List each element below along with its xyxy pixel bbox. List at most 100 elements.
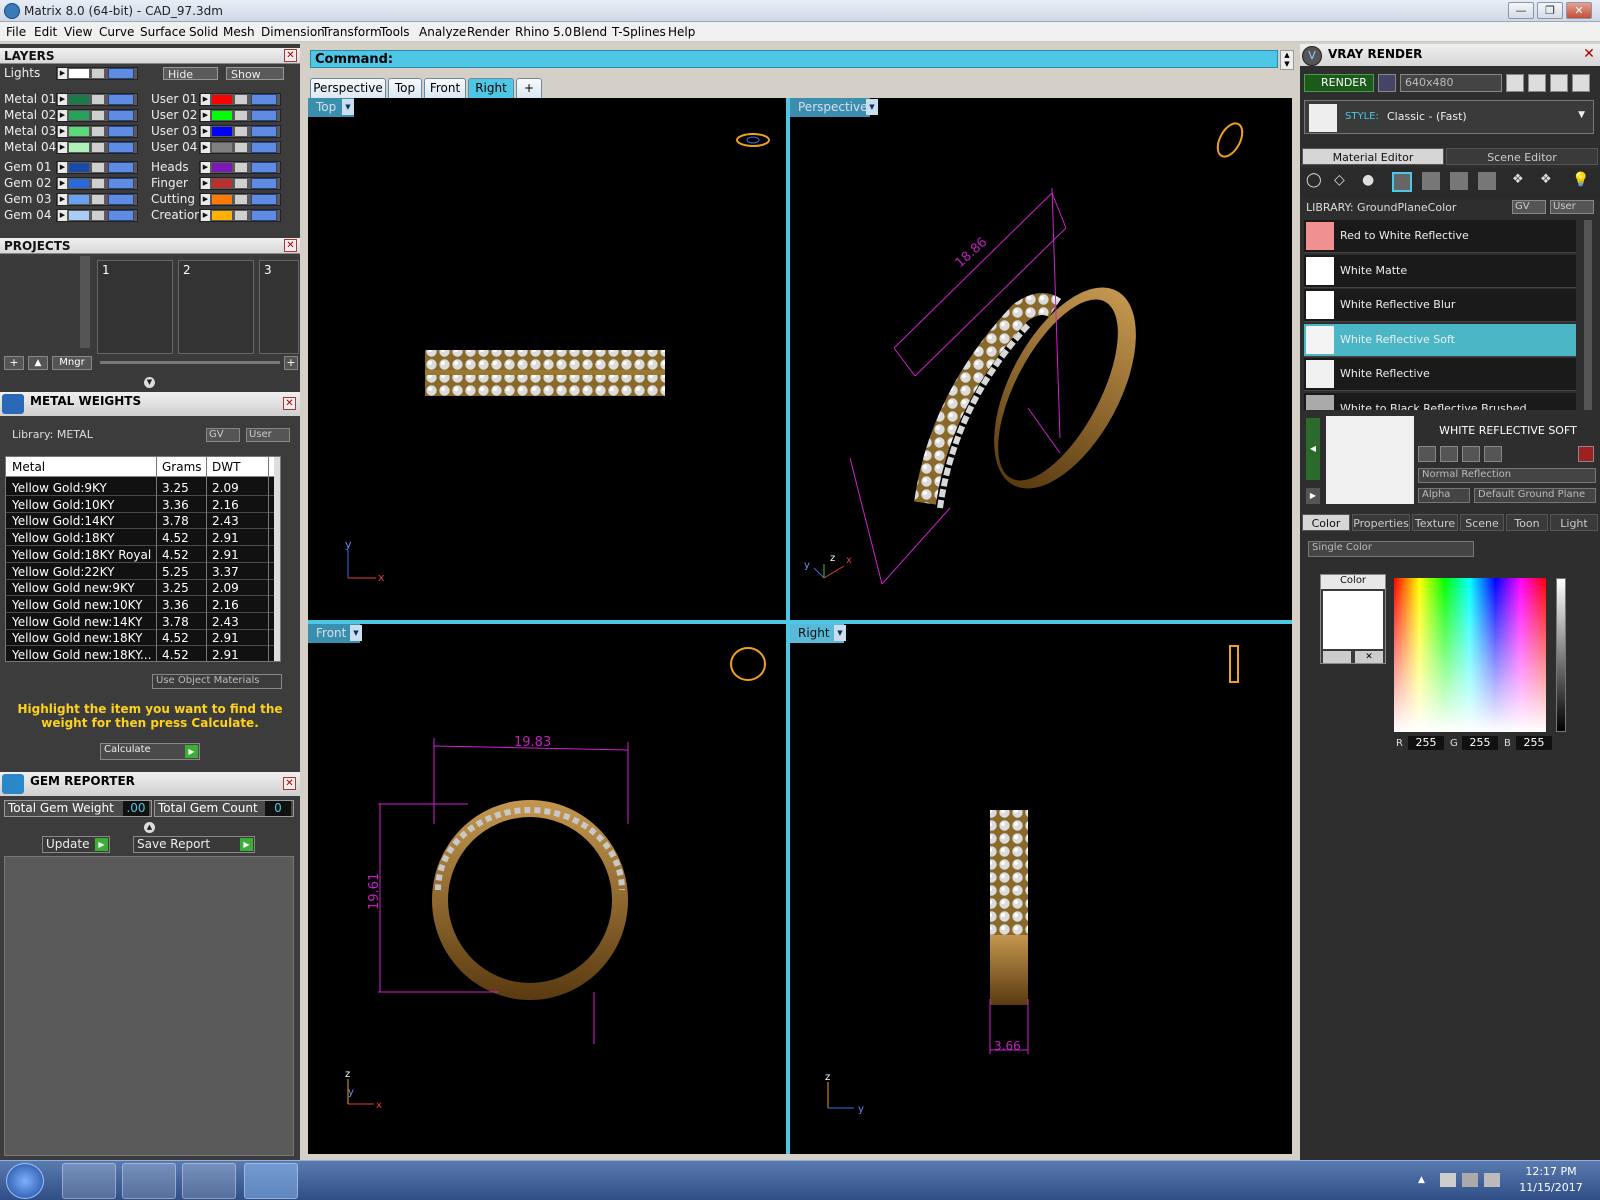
add-project-button[interactable]: +	[4, 356, 24, 370]
clear-icon[interactable]: ✕	[1355, 651, 1383, 663]
viewport-perspective[interactable]: Perspective ▼ 18.86 z x y	[790, 98, 1292, 620]
camera-icon[interactable]	[1378, 74, 1396, 92]
play-icon[interactable]: ▶	[201, 94, 210, 105]
close-button[interactable]: ✕	[1566, 2, 1592, 19]
command-scroll[interactable]: ▲ ▼	[1280, 50, 1294, 70]
layer-controls[interactable]: ▶	[199, 193, 281, 206]
close-icon[interactable]: ✕	[1582, 47, 1596, 61]
menu-mesh[interactable]: Mesh	[223, 25, 255, 39]
layer-color-swatch[interactable]	[212, 127, 232, 136]
visibility-toggle[interactable]	[108, 94, 134, 105]
layer-row[interactable]: Gem 02 ▶	[4, 176, 144, 191]
lock-icon[interactable]	[235, 163, 247, 172]
manager-button[interactable]: Mngr	[52, 356, 92, 370]
table-row[interactable]: Yellow Gold new:9KY 3.25 2.09	[6, 579, 274, 597]
hide-button[interactable]: Hide	[163, 67, 218, 81]
play-icon[interactable]: ▶	[201, 194, 210, 205]
layer-row[interactable]: User 04 ▶	[151, 140, 287, 155]
tab-scene-editor[interactable]: Scene Editor	[1446, 148, 1598, 165]
tab-top[interactable]: Top	[388, 78, 422, 98]
material-item[interactable]: White to Black Reflective Brushed	[1304, 392, 1576, 410]
visibility-toggle[interactable]	[251, 194, 277, 205]
viewport-front[interactable]: Front ▼ 19.83 19.61 z y x	[308, 624, 786, 1154]
project-slot[interactable]: 3	[259, 260, 299, 354]
menu-file[interactable]: File	[6, 25, 26, 39]
flag-icon[interactable]	[1440, 1173, 1456, 1187]
close-icon[interactable]: ✕	[284, 49, 297, 62]
viewport-top[interactable]: Top ▼ y x	[308, 98, 786, 620]
gv-toggle[interactable]: GV	[206, 428, 240, 442]
layer-color-swatch[interactable]	[69, 179, 89, 188]
visibility-toggle[interactable]	[108, 110, 134, 121]
table-row[interactable]: Yellow Gold:18KY Royal 4.52 2.91	[6, 546, 274, 563]
visibility-toggle[interactable]	[108, 210, 134, 221]
light-bulb-icon[interactable]: 💡	[1572, 172, 1590, 190]
style-select[interactable]: STYLE: Classic - (Fast) ▼	[1304, 100, 1594, 134]
play-icon[interactable]: ▶	[201, 142, 210, 153]
play-icon[interactable]: ▶	[201, 162, 210, 173]
lock-icon[interactable]	[92, 163, 104, 172]
play-icon[interactable]: ▶	[201, 178, 210, 189]
menu-blend[interactable]: Blend	[573, 25, 607, 39]
layer-color-swatch[interactable]	[212, 143, 232, 152]
project-slot[interactable]: 1	[97, 260, 173, 354]
layer-color-swatch[interactable]	[69, 127, 89, 136]
menu-render[interactable]: Render	[467, 25, 510, 39]
lock-icon[interactable]	[235, 179, 247, 188]
play-icon[interactable]: ▶	[58, 142, 67, 153]
layer-row[interactable]: Creation ▶	[151, 208, 287, 223]
lock-icon[interactable]	[92, 143, 104, 152]
layer-controls[interactable]: ▶	[56, 177, 138, 190]
table-scrollbar[interactable]	[274, 457, 280, 661]
network-icon[interactable]	[1462, 1173, 1478, 1187]
menu-tsplines[interactable]: T-Splines	[612, 25, 666, 39]
sphere-icon[interactable]: ●	[1362, 172, 1380, 192]
table-row[interactable]: Yellow Gold new:14KY 3.78 2.43	[6, 613, 274, 630]
layer-row[interactable]: Metal 01 ▶	[4, 92, 144, 107]
layer-controls[interactable]: ▶	[199, 125, 281, 138]
project-slot[interactable]: 2	[178, 260, 254, 354]
layer-row[interactable]: Metal 03 ▶	[4, 124, 144, 139]
clock-date[interactable]: 11/15/2017	[1516, 1181, 1586, 1194]
update-button[interactable]: Update ▶	[42, 836, 110, 853]
add-tab-button[interactable]: +	[516, 78, 542, 98]
lock-icon[interactable]	[92, 179, 104, 188]
tray-chevron-icon[interactable]: ▲	[1418, 1175, 1425, 1185]
column-grams[interactable]: Grams	[162, 460, 202, 474]
menu-help[interactable]: Help	[668, 25, 695, 39]
layer-row[interactable]: User 01 ▶	[151, 92, 287, 107]
close-icon[interactable]: ✕	[283, 777, 296, 790]
play-icon[interactable]: ▶	[201, 110, 210, 121]
layer-lights[interactable]: Lights ▶	[4, 66, 144, 81]
browser-icon[interactable]	[62, 1163, 116, 1199]
column-metal[interactable]: Metal	[12, 460, 45, 474]
layer-color-swatch[interactable]	[212, 95, 232, 104]
layer-controls[interactable]: ▶	[56, 161, 138, 174]
play-icon[interactable]: ▶	[58, 194, 67, 205]
play-icon[interactable]: ▶	[58, 110, 67, 121]
tab-color[interactable]: Color	[1302, 514, 1350, 531]
ring-icon[interactable]: ◯	[1306, 172, 1324, 192]
menu-analyze[interactable]: Analyze	[419, 25, 466, 39]
layer-controls[interactable]: ▶	[199, 109, 281, 122]
maximize-button[interactable]: ❐	[1537, 2, 1563, 19]
gv-toggle[interactable]: GV	[1512, 200, 1546, 214]
layer-color-swatch[interactable]	[69, 211, 89, 220]
frame-icon[interactable]	[1528, 74, 1546, 92]
layer-row[interactable]: Gem 01 ▶	[4, 160, 144, 175]
brightness-slider[interactable]	[1556, 578, 1566, 732]
material-item[interactable]: White Reflective	[1304, 358, 1576, 391]
table-row[interactable]: Yellow Gold:9KY 3.25 2.09	[6, 479, 274, 496]
lock-icon[interactable]	[235, 95, 247, 104]
layer-controls[interactable]: ▶	[199, 161, 281, 174]
render-button[interactable]: RENDER	[1304, 74, 1374, 92]
table-row[interactable]: Yellow Gold new:18KY 4.52 2.91	[6, 629, 274, 647]
lock-icon[interactable]	[235, 211, 247, 220]
tab-scene[interactable]: Scene	[1460, 514, 1504, 531]
color-swatch[interactable]	[1323, 591, 1383, 649]
layer-controls[interactable]: ▶	[199, 93, 281, 106]
gem-icon[interactable]: ◇	[1334, 172, 1352, 192]
layer-color-swatch[interactable]	[212, 163, 232, 172]
menu-view[interactable]: View	[64, 25, 92, 39]
visibility-toggle[interactable]	[251, 210, 277, 221]
